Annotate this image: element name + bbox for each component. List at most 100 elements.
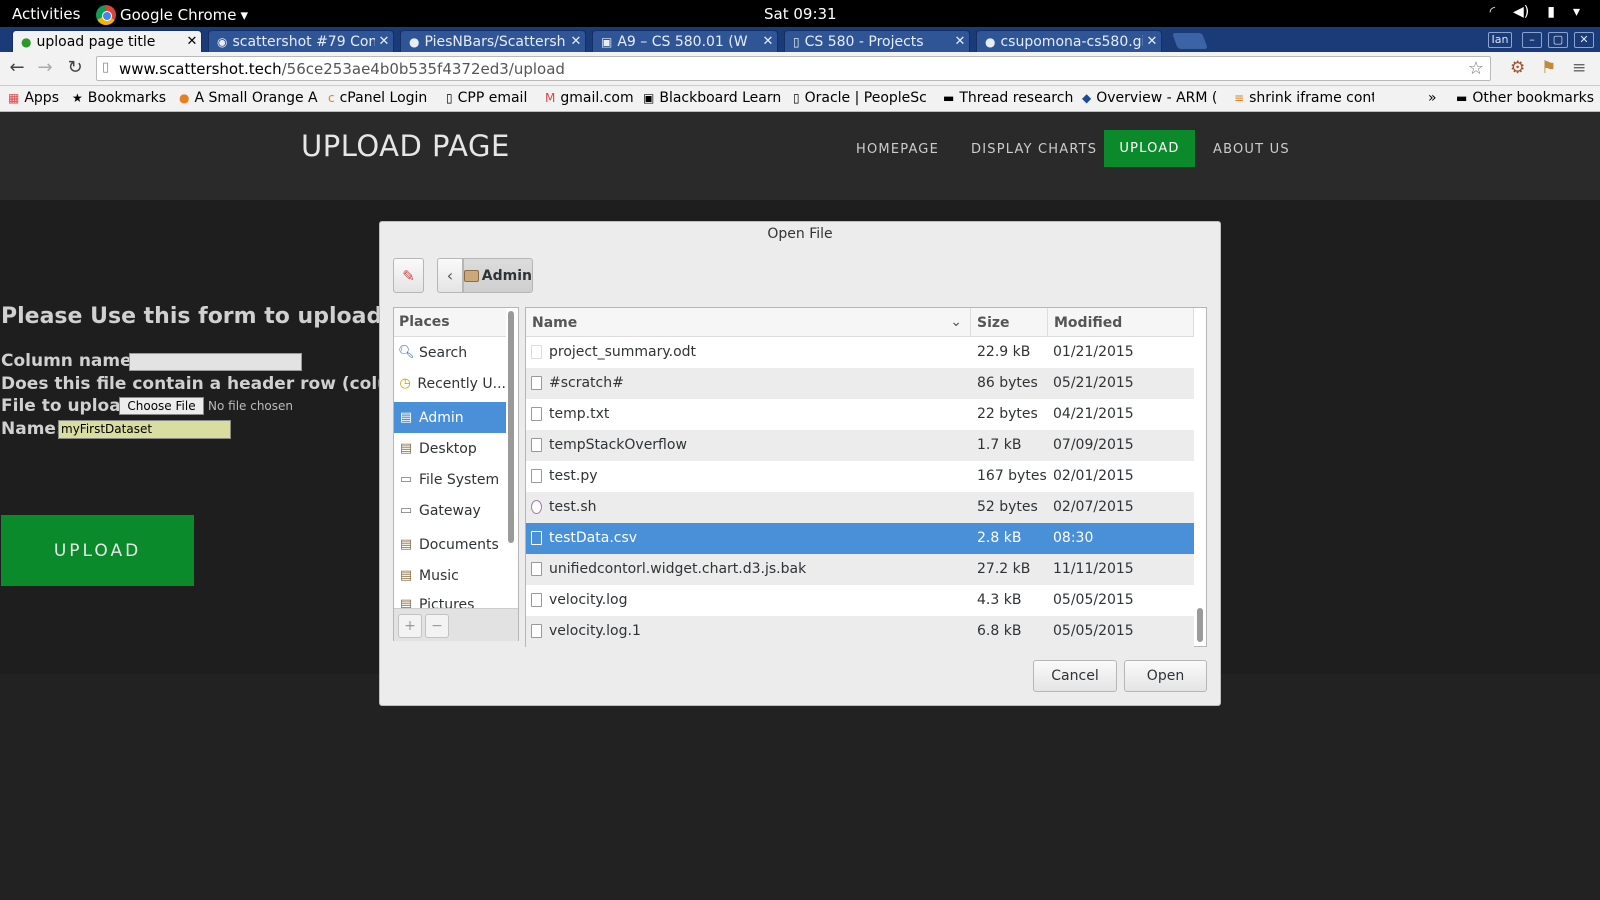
bookmark-bookmarks[interactable]: ★ Bookmarks <box>72 90 166 106</box>
place-documents[interactable]: ▤ Documents <box>394 529 506 560</box>
bookmark-cpanel[interactable]: c cPanel Login <box>328 90 427 106</box>
nav-homepage[interactable]: HOMEPAGE <box>856 142 939 157</box>
close-icon[interactable]: ✕ <box>951 34 969 49</box>
activities-button[interactable]: Activities <box>12 5 80 23</box>
bookmark-thread-research[interactable]: ▬ Thread research <box>943 90 1073 106</box>
column-header-size[interactable]: Size <box>971 308 1048 337</box>
bookmark-gmail[interactable]: Mgmail.com <box>545 90 634 106</box>
folder-icon: ▬ <box>943 91 955 105</box>
profile-button[interactable]: Ian <box>1488 32 1512 48</box>
clock[interactable]: Sat 09:31 <box>764 5 837 23</box>
drive-icon: ▭ <box>399 503 413 518</box>
forward-arrow-icon[interactable]: → <box>34 57 56 78</box>
address-bar[interactable]: ▯ www.scattershot.tech/56ce253ae4b0b535f… <box>96 56 1491 81</box>
file-row[interactable]: project_summary.odt 22.9 kB 01/21/2015 <box>526 337 1194 368</box>
tab-label: A9 – CS 580.01 (W <box>617 33 748 50</box>
file-name: testData.csv <box>549 530 638 546</box>
tab-csupomona[interactable]: ● csupomona-cs580.gi ✕ <box>976 30 1162 52</box>
bookmark-cpp-email[interactable]: ▯ CPP email <box>446 90 527 106</box>
place-music[interactable]: ▤ Music <box>394 560 506 591</box>
column-title: Name <box>532 315 578 331</box>
text-file-icon <box>531 624 542 638</box>
place-pictures[interactable]: ▤ Pictures <box>394 591 506 608</box>
bookmark-small-orange[interactable]: ● A Small Orange A <box>179 90 319 106</box>
close-icon[interactable]: ✕ <box>1143 34 1161 49</box>
close-icon[interactable]: ✕ <box>1574 32 1594 48</box>
reload-icon[interactable]: ↻ <box>64 57 86 78</box>
tab-upload-page[interactable]: ● upload page title ✕ <box>12 30 202 52</box>
file-name: velocity.log.1 <box>549 623 641 639</box>
file-row[interactable]: test.py 167 bytes 02/01/2015 <box>526 461 1194 492</box>
place-gateway[interactable]: ▭ Gateway <box>394 495 506 526</box>
close-icon[interactable]: ✕ <box>567 34 585 49</box>
close-icon[interactable]: ✕ <box>183 34 201 49</box>
menu-icon[interactable]: ≡ <box>1572 58 1586 78</box>
bookmark-oracle[interactable]: ▯ Oracle | PeopleSc <box>793 90 933 106</box>
open-button[interactable]: Open <box>1124 660 1207 692</box>
place-desktop[interactable]: ▤ Desktop <box>394 433 506 464</box>
place-file-system[interactable]: ▭ File System <box>394 464 506 495</box>
place-search[interactable]: 🔍︎ Search <box>394 337 506 368</box>
back-arrow-icon[interactable]: ← <box>6 57 28 78</box>
extension-icon[interactable]: ⚙ <box>1510 58 1525 78</box>
bookmark-shrink-iframe[interactable]: ≡ shrink iframe cont <box>1234 90 1374 106</box>
spreadsheet-file-icon <box>531 531 542 545</box>
file-row[interactable]: velocity.log.1 6.8 kB 05/05/2015 <box>526 616 1194 647</box>
crumb-label: Admin <box>481 267 532 284</box>
file-row-selected[interactable]: testData.csv 2.8 kB 08:30 <box>526 523 1194 554</box>
system-tray[interactable]: ◜ ◀) ▮ ▾ <box>1490 4 1580 20</box>
file-row[interactable]: unifiedcontorl.widget.chart.d3.js.bak 27.… <box>526 554 1194 585</box>
close-icon[interactable]: ✕ <box>375 34 393 49</box>
column-names-input[interactable] <box>129 353 302 371</box>
dataset-name-input[interactable]: myFirstDataset <box>58 420 231 439</box>
column-header-name[interactable]: Name ⌄ <box>526 308 971 337</box>
file-modified: 07/09/2015 <box>1053 437 1134 453</box>
open-file-dialog: Open File ✎ ‹ Admin Places 🔍︎ Search ◷ Rec… <box>379 221 1221 706</box>
file-row[interactable]: tempStackOverflow 1.7 kB 07/09/2015 <box>526 430 1194 461</box>
close-icon[interactable]: ✕ <box>759 34 777 49</box>
star-icon[interactable]: ☆ <box>1468 58 1484 79</box>
remove-bookmark-button[interactable]: − <box>425 614 449 638</box>
tab-scattershot-issue[interactable]: ◉ scattershot #79 Con ✕ <box>208 30 394 52</box>
nav-about-us[interactable]: ABOUT US <box>1213 142 1290 157</box>
places-button-bar: + − <box>394 608 518 641</box>
orange-icon: ● <box>179 91 190 105</box>
file-row[interactable]: velocity.log 4.3 kB 05/05/2015 <box>526 585 1194 616</box>
column-header-modified[interactable]: Modified <box>1048 308 1194 337</box>
path-back-button[interactable]: ‹ <box>437 258 463 293</box>
bookmark-apps[interactable]: ▦ Apps <box>8 90 59 106</box>
app-menu[interactable]: Google Chrome ▾ <box>96 5 248 25</box>
file-row[interactable]: #scratch# 86 bytes 05/21/2015 <box>526 368 1194 399</box>
add-bookmark-button[interactable]: + <box>398 614 422 638</box>
place-admin[interactable]: ▤ Admin <box>394 402 506 433</box>
bookmark-other[interactable]: ▬ Other bookmarks <box>1456 90 1594 106</box>
choose-file-button[interactable]: Choose File <box>119 397 204 415</box>
pencil-icon: ✎ <box>402 266 415 285</box>
new-tab-button[interactable] <box>1172 33 1208 49</box>
place-recent[interactable]: ◷ Recently U... <box>394 368 506 399</box>
nav-upload[interactable]: UPLOAD <box>1104 130 1195 167</box>
nav-display-charts[interactable]: DISPLAY CHARTS <box>971 142 1097 157</box>
blackboard-icon: ▣ <box>601 34 613 49</box>
tab-piesnbars[interactable]: ● PiesNBars/Scattersh ✕ <box>400 30 586 52</box>
bookmark-arm-overview[interactable]: ◆ Overview - ARM ( <box>1082 90 1217 106</box>
url-host: www.scattershot.tech <box>119 60 282 78</box>
cancel-button[interactable]: Cancel <box>1033 660 1117 692</box>
file-row[interactable]: temp.txt 22 bytes 04/21/2015 <box>526 399 1194 430</box>
path-crumb-admin[interactable]: Admin <box>463 258 533 293</box>
upload-button[interactable]: UPLOAD <box>1 515 194 586</box>
star-icon: ★ <box>72 91 83 105</box>
type-location-button[interactable]: ✎ <box>393 258 424 293</box>
bookmarks-overflow[interactable]: » <box>1428 90 1437 106</box>
minimize-icon[interactable]: – <box>1522 32 1542 48</box>
file-row[interactable]: test.sh 52 bytes 02/07/2015 <box>526 492 1194 523</box>
places-scrollbar[interactable] <box>508 311 514 543</box>
tab-a9-cs580[interactable]: ▣ A9 – CS 580.01 (W ✕ <box>592 30 778 52</box>
file-list-scrollbar[interactable] <box>1197 608 1203 642</box>
extension-icon[interactable]: ⚑ <box>1541 58 1556 78</box>
maximize-icon[interactable]: ▢ <box>1548 32 1568 48</box>
tab-cs580-projects[interactable]: ▯ CS 580 - Projects ✕ <box>784 30 970 52</box>
bookmark-blackboard[interactable]: ▣ Blackboard Learn <box>643 90 781 106</box>
volume-icon: ◀) <box>1513 4 1530 20</box>
file-size: 22.9 kB <box>977 344 1031 360</box>
